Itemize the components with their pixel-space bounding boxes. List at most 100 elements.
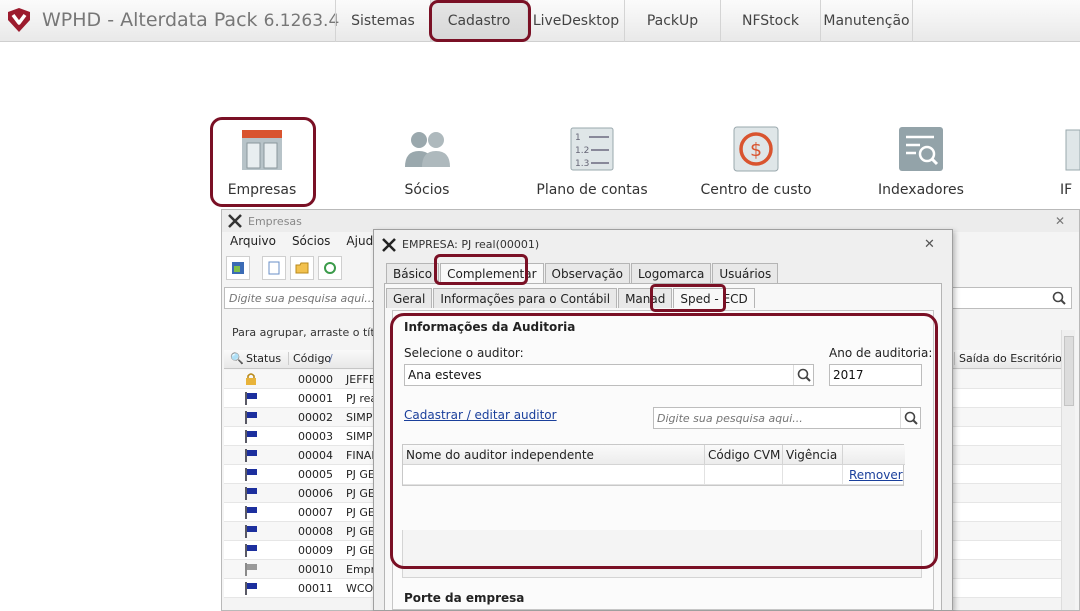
menu-cadastro[interactable]: Cadastro — [430, 0, 527, 42]
flag-icon — [245, 392, 257, 405]
empresa-dialog: EMPRESA: PJ real(00001) ✕ Básico Complem… — [373, 229, 953, 611]
menu-livedesktop[interactable]: LiveDesktop — [527, 0, 624, 42]
flag-icon — [245, 525, 257, 538]
col-codigo-cvm[interactable]: Código CVM — [705, 445, 783, 465]
sub-tabs: Geral Informações para o Contábil Manad … — [386, 288, 756, 308]
codigo-cell: 00010 — [298, 563, 333, 576]
menu-manutencao[interactable]: Manutenção — [820, 0, 913, 42]
new-document-icon[interactable] — [262, 256, 286, 280]
codigo-cell: 00002 — [298, 411, 333, 424]
menu-packup[interactable]: PackUp — [624, 0, 720, 42]
store-icon — [237, 124, 287, 174]
codigo-cell: 00008 — [298, 525, 333, 538]
search-icon[interactable] — [793, 365, 813, 385]
ano-label: Ano de auditoria: — [829, 346, 933, 360]
menu-arquivo[interactable]: Arquivo — [222, 234, 284, 252]
nome-cell: SIMP — [346, 430, 373, 443]
ribbon-partial[interactable]: IF — [1060, 124, 1080, 204]
remover-link[interactable]: Remover — [849, 468, 903, 482]
close-icon[interactable]: ✕ — [1055, 214, 1065, 228]
nome-cell: WCO — [346, 582, 374, 595]
search-icon[interactable] — [1047, 288, 1071, 308]
ano-input[interactable] — [830, 365, 921, 385]
tab-logomarca[interactable]: Logomarca — [630, 263, 712, 283]
ribbon-indexadores[interactable]: Indexadores — [876, 124, 966, 204]
subtab-info-contabil[interactable]: Informações para o Contábil — [433, 288, 618, 308]
empresas-toolbar — [226, 256, 342, 282]
nome-cell: PJ GE — [346, 544, 375, 557]
tab-observacao[interactable]: Observação — [544, 263, 630, 283]
menu-nfstock[interactable]: NFStock — [720, 0, 820, 42]
col-saida[interactable]: Saída do Escritório — [954, 352, 1062, 365]
ribbon-centro-de-custo[interactable]: $ Centro de custo — [700, 124, 812, 204]
flag-icon — [245, 544, 257, 557]
partners-icon — [402, 124, 452, 174]
col-status[interactable]: Status — [246, 352, 281, 365]
window-logo-icon — [228, 214, 242, 228]
search-icon[interactable] — [900, 408, 920, 428]
document-search-icon — [896, 124, 946, 174]
tab-basico[interactable]: Básico — [386, 263, 440, 283]
partial-icon — [1060, 124, 1080, 174]
codigo-cell: 00000 — [298, 373, 333, 386]
panel-footer — [402, 530, 922, 578]
dollar-icon: $ — [731, 124, 781, 174]
auditor-grid-search-input[interactable] — [654, 408, 920, 428]
refresh-icon[interactable] — [318, 256, 342, 280]
col-codigo[interactable]: Código — [288, 352, 331, 365]
subtab-manad[interactable]: Manad — [618, 288, 673, 308]
svg-text:1: 1 — [575, 133, 581, 143]
auditor-field[interactable] — [404, 364, 814, 386]
lock-icon — [246, 373, 256, 385]
nome-cell: PJ GE — [346, 468, 375, 481]
main-tabs: Básico Complementar Observação Logomarca… — [386, 263, 779, 283]
codigo-cell: 00005 — [298, 468, 333, 481]
codigo-cell: 00011 — [298, 582, 333, 595]
numbered-list-icon: 1 1.2 1.3 — [567, 124, 617, 174]
auditor-grid-search-field[interactable] — [653, 407, 921, 429]
porte-title: Porte da empresa — [404, 591, 525, 605]
auditor-grid: Nome do auditor independente Código CVM … — [402, 444, 905, 486]
subtab-sped-ecd[interactable]: Sped - ECD — [673, 288, 755, 308]
tab-complementar[interactable]: Complementar — [440, 263, 544, 283]
ribbon-plano-de-contas[interactable]: 1 1.2 1.3 Plano de contas — [536, 124, 648, 204]
menu-socios[interactable]: Sócios — [284, 234, 338, 252]
flag-icon — [245, 582, 257, 595]
ribbon-empresas[interactable]: Empresas — [222, 124, 302, 204]
empresas-scrollbar[interactable] — [1061, 330, 1075, 610]
empresas-menubar: Arquivo Sócios Ajuda — [222, 234, 389, 252]
auditor-label: Selecione o auditor: — [404, 346, 524, 360]
empresas-title: Empresas — [248, 214, 302, 228]
tab-usuarios[interactable]: Usuários — [712, 263, 779, 283]
flag-icon — [245, 449, 257, 462]
ribbon-label: IF — [1060, 182, 1073, 198]
auditor-input[interactable] — [405, 365, 813, 385]
subtab-geral[interactable]: Geral — [386, 288, 433, 308]
flag-icon — [245, 468, 257, 481]
close-icon[interactable]: ✕ — [924, 237, 938, 252]
ribbon-socios[interactable]: Sócios — [387, 124, 467, 204]
flag-icon — [245, 563, 257, 576]
codigo-cell: 00003 — [298, 430, 333, 443]
section-title: Informações da Auditoria — [404, 320, 576, 334]
svg-text:$: $ — [750, 139, 762, 161]
ano-field[interactable] — [829, 364, 922, 386]
export-icon[interactable] — [226, 256, 250, 280]
nome-cell: PJ GE — [346, 525, 375, 538]
menu-sistemas[interactable]: Sistemas — [335, 0, 430, 42]
sort-icon: / — [329, 352, 333, 365]
cadastrar-auditor-link[interactable]: Cadastrar / editar auditor — [404, 408, 557, 422]
flag-icon — [245, 411, 257, 424]
flag-icon — [245, 506, 257, 519]
col-nome-auditor[interactable]: Nome do auditor independente — [403, 445, 705, 465]
dialog-title: EMPRESA: PJ real(00001) — [402, 237, 540, 251]
col-vigencia[interactable]: Vigência — [783, 445, 843, 465]
svg-text:1.2: 1.2 — [575, 146, 589, 156]
wphd-logo-icon — [8, 8, 30, 32]
codigo-cell: 00001 — [298, 392, 333, 405]
open-folder-icon[interactable] — [290, 256, 314, 280]
svg-text:1.3: 1.3 — [575, 159, 589, 169]
codigo-cell: 00006 — [298, 487, 333, 500]
nome-cell: PJ GE — [346, 487, 375, 500]
top-bar: WPHD - Alterdata Pack 6.1263.4 Sistemas … — [0, 0, 1080, 42]
